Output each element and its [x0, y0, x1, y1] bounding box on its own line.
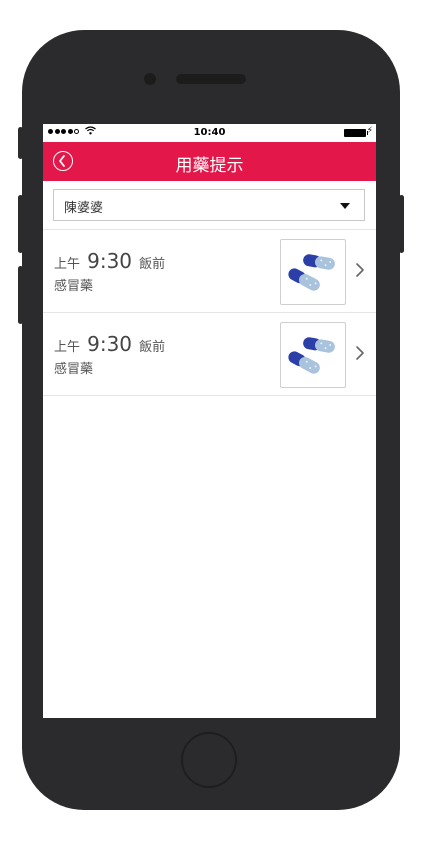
capsule-image	[288, 254, 335, 291]
reminder-time: 9:30	[87, 332, 133, 356]
medicine-thumbnail	[280, 322, 346, 388]
home-button[interactable]	[181, 732, 237, 788]
app-screen: 10:40 ⚡ 用藥提示 陳婆婆 上午 9:30 飯前 感冒藥 上午 9:30 …	[43, 124, 376, 718]
page-title: 用藥提示	[175, 156, 244, 176]
chevron-right-icon	[356, 346, 364, 360]
reminder-medicine-name: 感冒藥	[54, 279, 94, 294]
patient-dropdown-value: 陳婆婆	[64, 201, 104, 216]
status-time: 10:40	[193, 127, 226, 138]
reminder-schedule: 上午 9:30 飯前	[54, 249, 165, 273]
battery-icon	[344, 129, 368, 137]
mute-switch	[18, 127, 23, 159]
power-button	[399, 195, 404, 253]
divider	[43, 395, 376, 396]
capsule-image	[288, 337, 335, 374]
caret-down-icon	[340, 203, 350, 209]
earpiece-speaker	[176, 74, 246, 84]
reminder-item[interactable]: 上午 9:30 飯前 感冒藥	[43, 313, 376, 395]
reminder-meal-timing: 飯前	[139, 257, 166, 272]
chevron-right-icon	[356, 263, 364, 277]
reminder-period: 上午	[54, 340, 81, 355]
nav-bar: 用藥提示	[43, 142, 376, 181]
reminder-schedule: 上午 9:30 飯前	[54, 332, 165, 356]
volume-down-button	[18, 266, 23, 324]
patient-dropdown[interactable]: 陳婆婆	[53, 189, 365, 221]
reminder-item[interactable]: 上午 9:30 飯前 感冒藥	[43, 230, 376, 312]
volume-up-button	[18, 195, 23, 253]
reminder-meal-timing: 飯前	[139, 340, 166, 355]
reminder-time: 9:30	[87, 249, 133, 273]
reminder-medicine-name: 感冒藥	[54, 362, 94, 377]
medicine-thumbnail	[280, 239, 346, 305]
status-bar: 10:40 ⚡	[43, 124, 376, 142]
charging-icon: ⚡	[366, 126, 373, 136]
reminder-period: 上午	[54, 257, 81, 272]
front-camera	[144, 73, 156, 85]
